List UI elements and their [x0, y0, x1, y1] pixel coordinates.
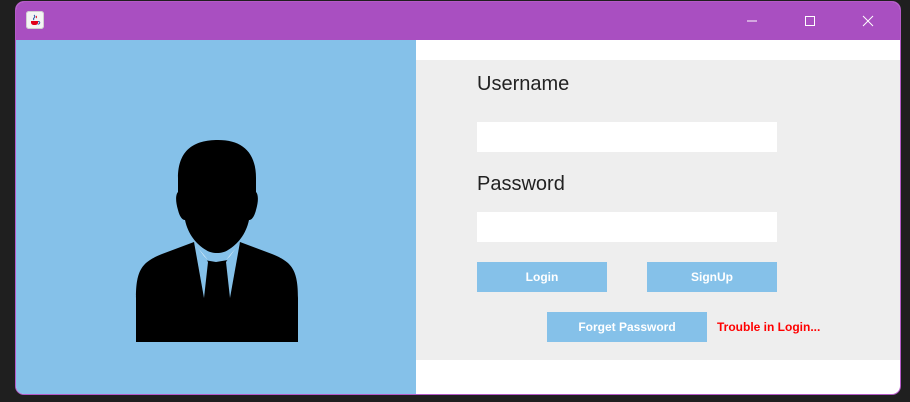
trouble-login-link[interactable]: Trouble in Login... — [717, 320, 820, 334]
login-button[interactable]: Login — [477, 262, 607, 292]
java-cup-icon[interactable] — [26, 11, 44, 29]
title-bar[interactable] — [16, 2, 900, 40]
username-input[interactable] — [477, 122, 777, 152]
login-form: Username Password Login SignUp Forget Pa… — [416, 60, 900, 360]
signup-button[interactable]: SignUp — [647, 262, 777, 292]
close-button[interactable] — [840, 2, 896, 40]
password-label: Password — [477, 173, 565, 195]
maximize-icon — [805, 16, 815, 26]
username-label: Username — [477, 73, 570, 95]
avatar-panel — [16, 40, 416, 394]
maximize-button[interactable] — [782, 2, 838, 40]
login-window: Username Password Login SignUp Forget Pa… — [16, 2, 900, 394]
close-icon — [862, 15, 874, 27]
forget-password-button[interactable]: Forget Password — [547, 312, 707, 342]
password-input[interactable] — [477, 212, 777, 242]
minimize-button[interactable] — [724, 2, 780, 40]
businessman-user-icon — [136, 140, 298, 342]
minimize-icon — [747, 20, 757, 22]
